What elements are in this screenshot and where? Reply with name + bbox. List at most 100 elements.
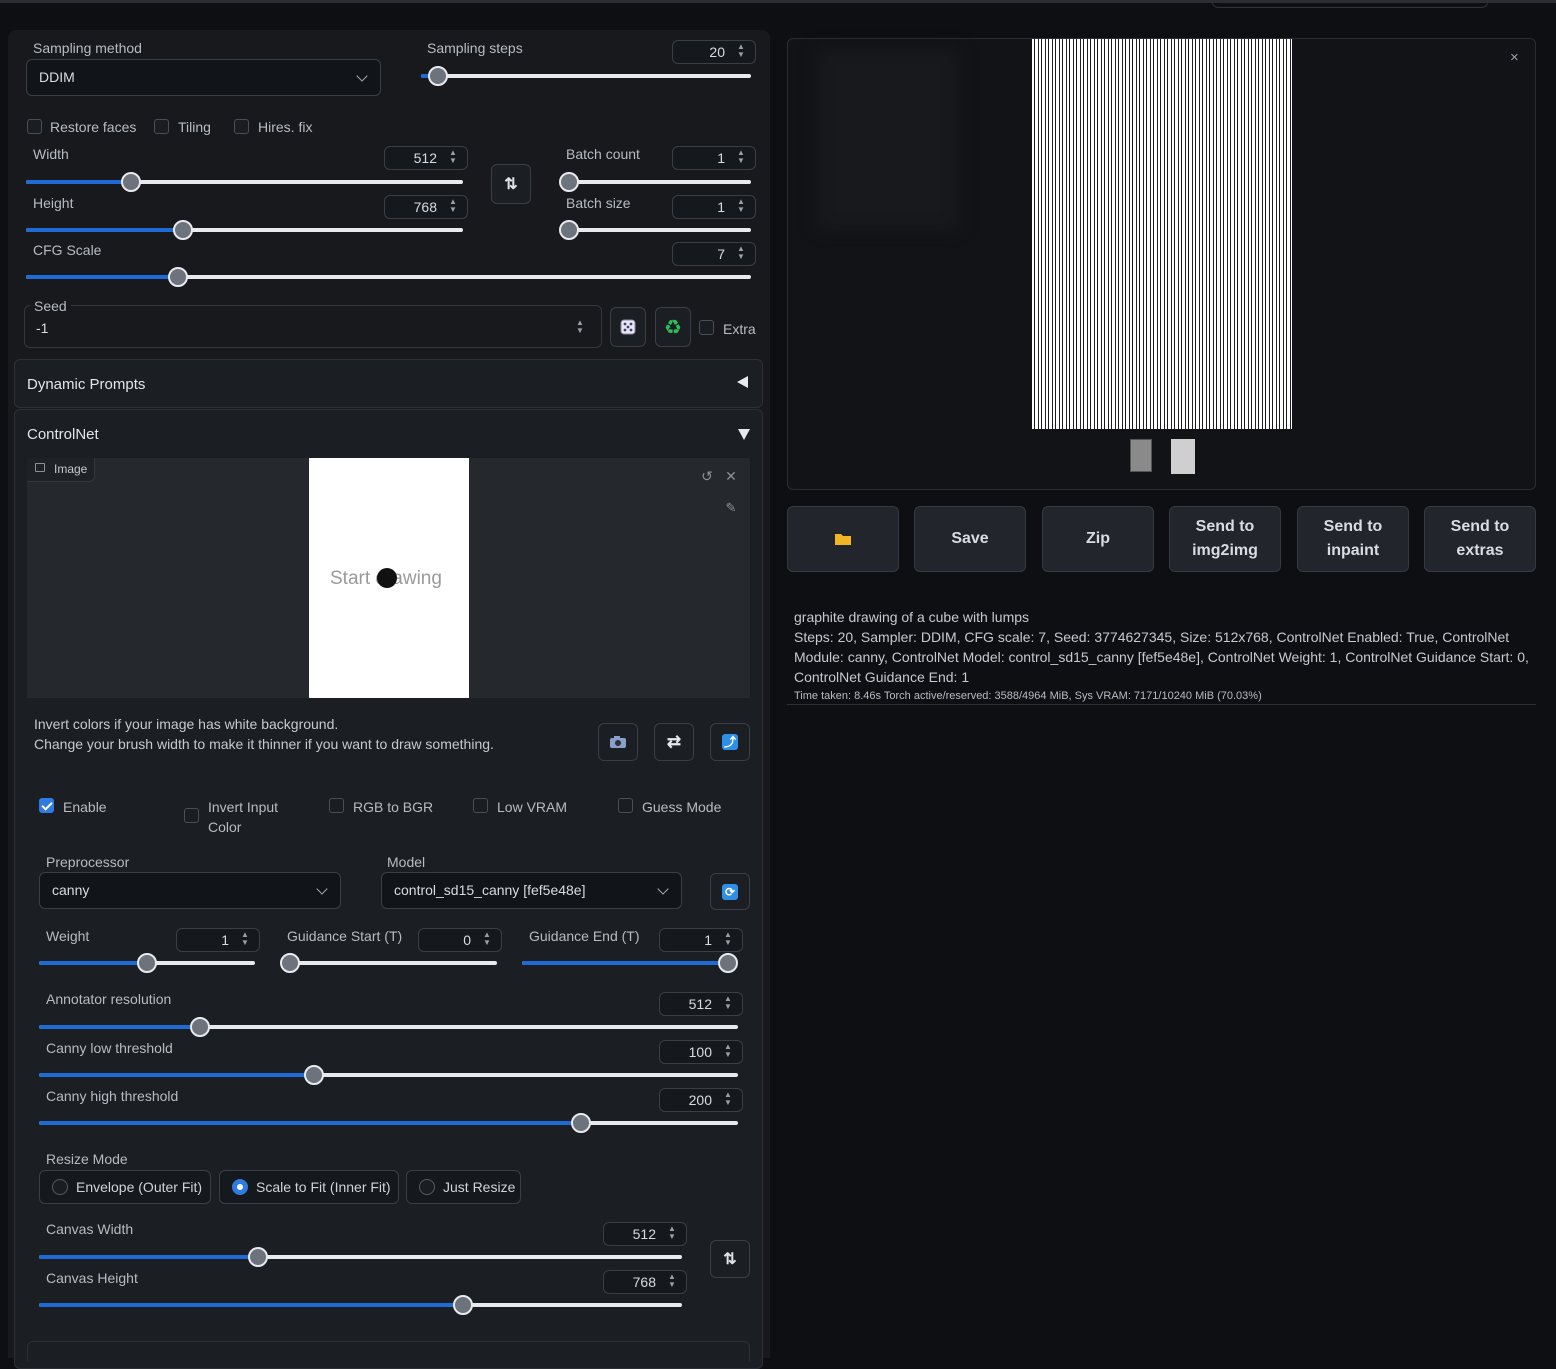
guess-mode-checkbox[interactable]	[618, 798, 633, 813]
spinner-icon[interactable]: ▲ ▼	[722, 931, 734, 949]
spinner-icon[interactable]: ▲ ▼	[735, 149, 747, 167]
drawing-area[interactable]: Start drawing	[309, 458, 469, 698]
annotator-resolution-slider[interactable]	[39, 1017, 738, 1037]
thumbnail-1[interactable]	[1130, 439, 1152, 472]
hires-fix-checkbox[interactable]	[234, 119, 249, 134]
timing-info: Time taken: 8.46s Torch active/reserved:…	[794, 690, 1262, 702]
spinner-icon[interactable]: ▲ ▼	[735, 245, 747, 263]
spinner-icon[interactable]: ▲ ▼	[735, 43, 747, 61]
weight-input[interactable]: 1 ▲ ▼	[176, 928, 260, 952]
spinner-icon[interactable]: ▲ ▼	[239, 931, 251, 949]
slider-thumb[interactable]	[173, 220, 194, 240]
slider-thumb[interactable]	[189, 1017, 210, 1037]
close-gallery-icon[interactable]: ×	[1510, 49, 1519, 66]
spinner-icon[interactable]: ▲ ▼	[735, 198, 747, 216]
slider-thumb[interactable]	[247, 1247, 268, 1267]
spinner-icon[interactable]: ▲ ▼	[722, 1091, 734, 1109]
spinner-icon[interactable]: ▲ ▼	[447, 198, 459, 216]
slider-thumb[interactable]	[559, 220, 579, 240]
canvas-width-slider[interactable]	[39, 1247, 682, 1267]
canny-high-input[interactable]: 200 ▲ ▼	[659, 1088, 743, 1112]
sampling-steps-input[interactable]: 20 ▲ ▼	[672, 40, 756, 64]
random-seed-button[interactable]	[610, 307, 646, 347]
slider-thumb[interactable]	[120, 172, 141, 192]
send-to-img2img-label-1: Send to	[1195, 518, 1255, 535]
spinner-icon[interactable]: ▲ ▼	[666, 1273, 678, 1291]
weight-slider[interactable]	[39, 953, 255, 973]
sampling-steps-slider[interactable]	[421, 66, 751, 86]
canny-low-input[interactable]: 100 ▲ ▼	[659, 1040, 743, 1064]
reuse-seed-button[interactable]: ♻	[655, 307, 691, 347]
chevron-down-icon	[316, 883, 328, 895]
resize-envelope-option[interactable]: Envelope (Outer Fit)	[39, 1170, 211, 1204]
batch-size-input[interactable]: 1 ▲ ▼	[672, 195, 756, 219]
slider-thumb[interactable]	[427, 66, 448, 86]
rgb-to-bgr-checkbox[interactable]	[329, 798, 344, 813]
send-dimensions-button[interactable]: ⤴	[710, 723, 750, 761]
resize-just-resize-option[interactable]: Just Resize	[406, 1170, 521, 1204]
spinner-icon[interactable]: ▲ ▼	[481, 931, 493, 949]
controlnet-title[interactable]: ControlNet	[27, 426, 99, 443]
swap-canvas-dimensions-button[interactable]: ⇅	[710, 1240, 750, 1278]
generated-image[interactable]	[1032, 39, 1292, 429]
cfg-scale-slider[interactable]	[26, 267, 751, 287]
send-to-img2img-button[interactable]: Send to img2img	[1169, 506, 1281, 572]
cfg-scale-input[interactable]: 7 ▲ ▼	[672, 242, 756, 266]
slider-thumb[interactable]	[168, 267, 189, 287]
restore-faces-checkbox[interactable]	[27, 119, 42, 134]
swap-dimensions-button[interactable]: ⇅	[491, 164, 531, 204]
seed-spinner-icon[interactable]: ▲ ▼	[574, 319, 586, 335]
refresh-models-button[interactable]: ⟳	[710, 873, 750, 910]
canny-low-slider[interactable]	[39, 1065, 738, 1085]
save-button[interactable]: Save	[914, 506, 1026, 572]
low-vram-checkbox[interactable]	[473, 798, 488, 813]
canvas-height-input[interactable]: 768 ▲ ▼	[603, 1270, 687, 1294]
spinner-icon[interactable]: ▲ ▼	[666, 1225, 678, 1243]
mirror-button[interactable]: ⇄	[654, 723, 694, 761]
slider-thumb[interactable]	[718, 953, 738, 973]
slider-thumb[interactable]	[137, 953, 157, 973]
slider-thumb[interactable]	[559, 172, 579, 192]
webcam-button[interactable]	[598, 723, 638, 761]
controlnet-image-canvas[interactable]: Image Start drawing ↺ ✕ ✎	[27, 458, 750, 698]
model-dropdown[interactable]: control_sd15_canny [fef5e48e]	[381, 872, 682, 909]
tiling-checkbox[interactable]	[154, 119, 169, 134]
height-slider[interactable]	[26, 220, 463, 240]
annotator-resolution-input[interactable]: 512 ▲ ▼	[659, 992, 743, 1016]
spinner-icon[interactable]: ▲ ▼	[447, 149, 459, 167]
width-slider[interactable]	[26, 172, 463, 192]
batch-size-slider[interactable]	[559, 220, 751, 240]
spinner-icon[interactable]: ▲ ▼	[722, 995, 734, 1013]
sampling-method-dropdown[interactable]: DDIM	[26, 59, 381, 96]
brush-icon[interactable]: ✎	[721, 498, 741, 518]
send-to-extras-button[interactable]: Send to extras	[1424, 506, 1536, 572]
resize-scale-to-fit-option[interactable]: Scale to Fit (Inner Fit)	[219, 1170, 399, 1204]
thumbnail-2[interactable]	[1171, 439, 1195, 474]
send-to-inpaint-button[interactable]: Send to inpaint	[1297, 506, 1409, 572]
preprocessor-dropdown[interactable]: canny	[39, 872, 341, 909]
canvas-width-input[interactable]: 512 ▲ ▼	[603, 1222, 687, 1246]
zip-button[interactable]: Zip	[1042, 506, 1154, 572]
guidance-end-input[interactable]: 1 ▲ ▼	[659, 928, 743, 952]
guidance-end-slider[interactable]	[522, 953, 738, 973]
seed-input[interactable]: -1	[36, 320, 556, 336]
guidance-start-input[interactable]: 0 ▲ ▼	[418, 928, 502, 952]
guidance-start-slider[interactable]	[280, 953, 497, 973]
caret-down-icon[interactable]	[738, 429, 750, 440]
send-to-extras-label-1: Send to	[1450, 518, 1510, 535]
batch-count-input[interactable]: 1 ▲ ▼	[672, 146, 756, 170]
dynamic-prompts-accordion[interactable]: Dynamic Prompts	[14, 359, 763, 408]
undo-icon[interactable]: ↺	[697, 466, 717, 486]
slider-thumb[interactable]	[280, 953, 300, 973]
width-input[interactable]: 512 ▲ ▼	[384, 146, 468, 170]
canny-high-slider[interactable]	[39, 1113, 738, 1133]
clear-icon[interactable]: ✕	[721, 466, 741, 486]
invert-input-checkbox[interactable]	[184, 808, 199, 823]
height-input[interactable]: 768 ▲ ▼	[384, 195, 468, 219]
open-folder-button[interactable]	[787, 506, 899, 572]
extra-seed-checkbox[interactable]	[699, 320, 714, 335]
canvas-height-slider[interactable]	[39, 1295, 682, 1315]
batch-count-slider[interactable]	[559, 172, 751, 192]
enable-checkbox[interactable]	[39, 798, 54, 813]
spinner-icon[interactable]: ▲ ▼	[722, 1043, 734, 1061]
